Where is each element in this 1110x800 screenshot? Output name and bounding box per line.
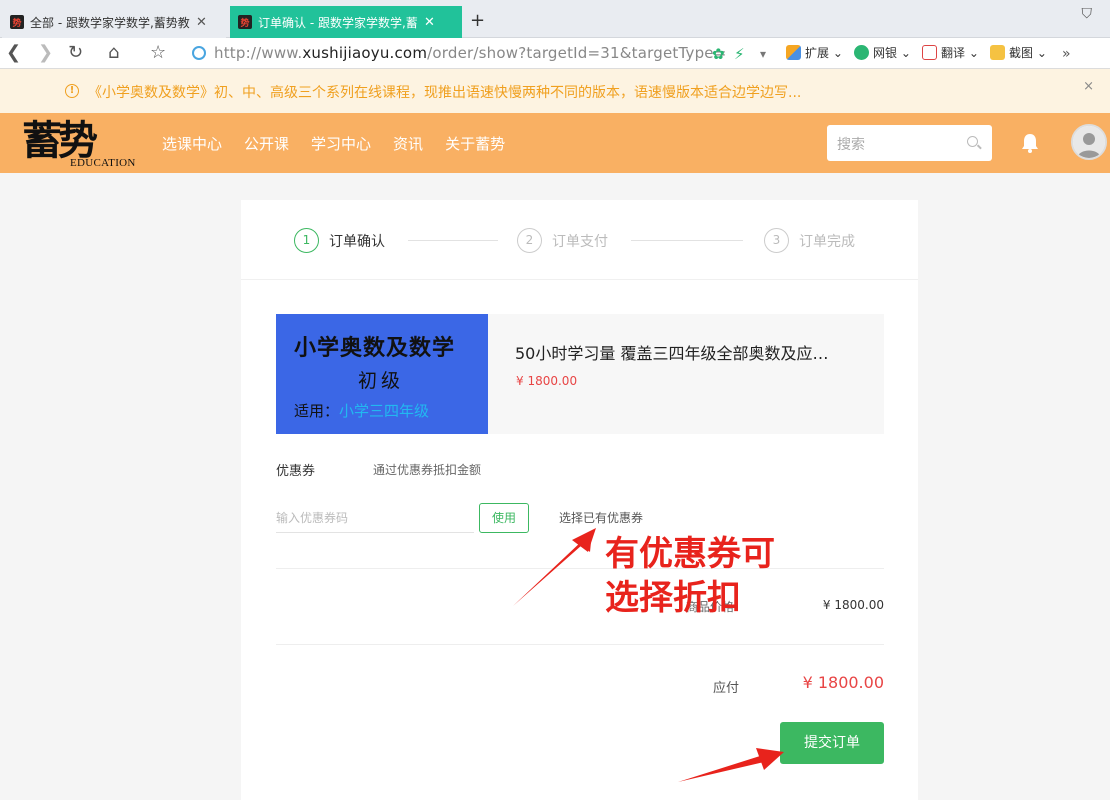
extension-translate[interactable]: 翻译 ⌄ [922, 44, 979, 61]
avatar[interactable] [1071, 124, 1107, 160]
coupon-label: 优惠券 [276, 464, 316, 479]
nav-item-learning-center[interactable]: 学习中心 [311, 133, 371, 154]
step-number: 1 [294, 228, 319, 253]
step-label: 订单确认 [329, 233, 385, 250]
step-number: 2 [517, 228, 542, 253]
course-cover-image[interactable]: 小学奥数及数学 初级 适用：小学三四年级 [276, 314, 488, 434]
notice-bar: ! 《小学奥数及数学》初、中、高级三个系列在线课程，现推出语速快慢两种不同的版本… [0, 69, 1110, 113]
search-placeholder: 搜索 [837, 137, 865, 153]
translate-icon [922, 45, 937, 60]
extension-label: 截图 [1009, 46, 1034, 60]
tab-close-icon[interactable]: ✕ [424, 15, 435, 30]
browser-toolbar: ❮ ❯ ↻ ⌂ ☆ http://www.xushijiaoyu.com/ord… [0, 38, 1110, 69]
nav-item-course-center[interactable]: 选课中心 [162, 133, 222, 154]
cover-title: 小学奥数及数学 [294, 336, 456, 361]
course-item: 小学奥数及数学 初级 适用：小学三四年级 50小时学习量 覆盖三四年级全部奥数及… [276, 314, 884, 434]
new-tab-icon[interactable]: + [470, 10, 485, 31]
cover-audience-label: 适用： [294, 402, 340, 420]
back-icon[interactable]: ❮ [6, 42, 21, 64]
nav-item-about[interactable]: 关于蓄势 [445, 133, 505, 154]
addon-icon[interactable]: ✿ [712, 43, 725, 65]
url-prefix: http://www. [214, 44, 303, 62]
search-icon[interactable] [967, 136, 978, 147]
step-connector [631, 240, 743, 241]
browser-tab-bar: 势 全部 - 跟数学家学数学,蓄势教育 ✕ 势 订单确认 - 跟数学家学数学,蓄… [0, 0, 1110, 38]
tab-close-icon[interactable]: ✕ [196, 15, 207, 30]
url-domain: xushijiaoyu.com [302, 44, 428, 62]
url-path: /order/show?targetId=31&targetType= [427, 44, 727, 62]
lightning-icon[interactable]: ⚡ [734, 43, 745, 65]
course-price: ¥ 1800.00 [516, 374, 578, 388]
logo-subtext: EDUCATION [70, 157, 136, 169]
bell-icon[interactable] [1020, 132, 1040, 154]
extension-label: 网银 [873, 46, 898, 60]
cover-level: 初级 [358, 370, 405, 392]
coupon-code-input[interactable] [276, 504, 474, 533]
submit-order-button[interactable]: 提交订单 [780, 722, 884, 764]
annotation-line: 有优惠券可 [605, 534, 775, 574]
payable-value: ¥ 1800.00 [802, 673, 884, 692]
site-header: 蓄势 EDUCATION 选课中心 公开课 学习中心 资讯 关于蓄势 搜索 [0, 113, 1110, 173]
nav-item-news[interactable]: 资讯 [393, 133, 423, 154]
step-order-confirm: 1 订单确认 [294, 228, 385, 253]
extension-label: 翻译 [941, 46, 966, 60]
order-card: 1 订单确认 2 订单支付 3 订单完成 小学奥数及数学 初级 适用：小学三四年… [241, 200, 918, 800]
forward-icon[interactable]: ❯ [38, 42, 53, 64]
coupon-description: 通过优惠券抵扣金额 [373, 463, 482, 477]
divider [276, 568, 884, 569]
site-logo[interactable]: 蓄势 EDUCATION [20, 117, 142, 171]
bank-icon [854, 45, 869, 60]
extension-bank[interactable]: 网银 ⌄ [854, 44, 911, 61]
skin-icon[interactable]: ⛉ [1082, 6, 1093, 22]
annotation-line: 选择折扣 [605, 578, 741, 618]
reload-icon[interactable]: ↻ [68, 42, 83, 64]
home-icon[interactable]: ⌂ [108, 42, 119, 64]
search-input[interactable]: 搜索 [827, 125, 992, 161]
annotation-text: 有优惠券可 选择折扣 [605, 532, 775, 620]
extensions-icon [786, 45, 801, 60]
site-security-icon [192, 46, 206, 60]
notice-text[interactable]: 《小学奥数及数学》初、中、高级三个系列在线课程，现推出语速快慢两种不同的版本，语… [88, 82, 801, 102]
extension-screenshot[interactable]: 截图 ⌄ [990, 44, 1047, 61]
step-order-complete: 3 订单完成 [764, 228, 855, 253]
step-label: 订单支付 [552, 233, 608, 250]
divider [276, 644, 884, 645]
step-number: 3 [764, 228, 789, 253]
screenshot-icon [990, 45, 1005, 60]
user-icon [1073, 126, 1105, 158]
amount-value: ¥ 1800.00 [822, 598, 884, 612]
extension-label: 扩展 [805, 46, 830, 60]
order-steps: 1 订单确认 2 订单支付 3 订单完成 [241, 200, 918, 280]
dropdown-icon[interactable]: ▾ [760, 43, 766, 65]
site-favicon-icon: 势 [10, 15, 24, 29]
step-order-payment: 2 订单支付 [517, 228, 608, 253]
payable-label: 应付 [713, 681, 740, 696]
address-bar[interactable]: http://www.xushijiaoyu.com/order/show?ta… [214, 44, 727, 62]
bookmark-star-icon[interactable]: ☆ [150, 42, 166, 64]
tab-title: 订单确认 - 跟数学家学数学,蓄势 [258, 15, 418, 30]
step-label: 订单完成 [799, 233, 855, 250]
nav-item-open-course[interactable]: 公开课 [244, 133, 289, 154]
cover-audience-value: 小学三四年级 [339, 402, 430, 420]
main-nav: 选课中心 公开课 学习中心 资讯 关于蓄势 [162, 133, 527, 154]
more-icon[interactable]: » [1062, 43, 1071, 65]
use-coupon-button[interactable]: 使用 [479, 503, 529, 533]
close-icon[interactable]: × [1083, 79, 1094, 94]
tab-title: 全部 - 跟数学家学数学,蓄势教育 [30, 15, 190, 30]
info-icon: ! [65, 84, 79, 98]
browser-tab[interactable]: 势 全部 - 跟数学家学数学,蓄势教育 ✕ [2, 6, 226, 38]
course-name[interactable]: 50小时学习量 覆盖三四年级全部奥数及应… [515, 340, 828, 364]
extension-expand[interactable]: 扩展 ⌄ [786, 44, 843, 61]
step-connector [408, 240, 498, 241]
site-favicon-icon: 势 [238, 15, 252, 29]
browser-tab-active[interactable]: 势 订单确认 - 跟数学家学数学,蓄势 ✕ [230, 6, 462, 38]
cover-audience: 适用：小学三四年级 [294, 400, 429, 421]
select-existing-coupon-link[interactable]: 选择已有优惠券 [559, 509, 643, 526]
